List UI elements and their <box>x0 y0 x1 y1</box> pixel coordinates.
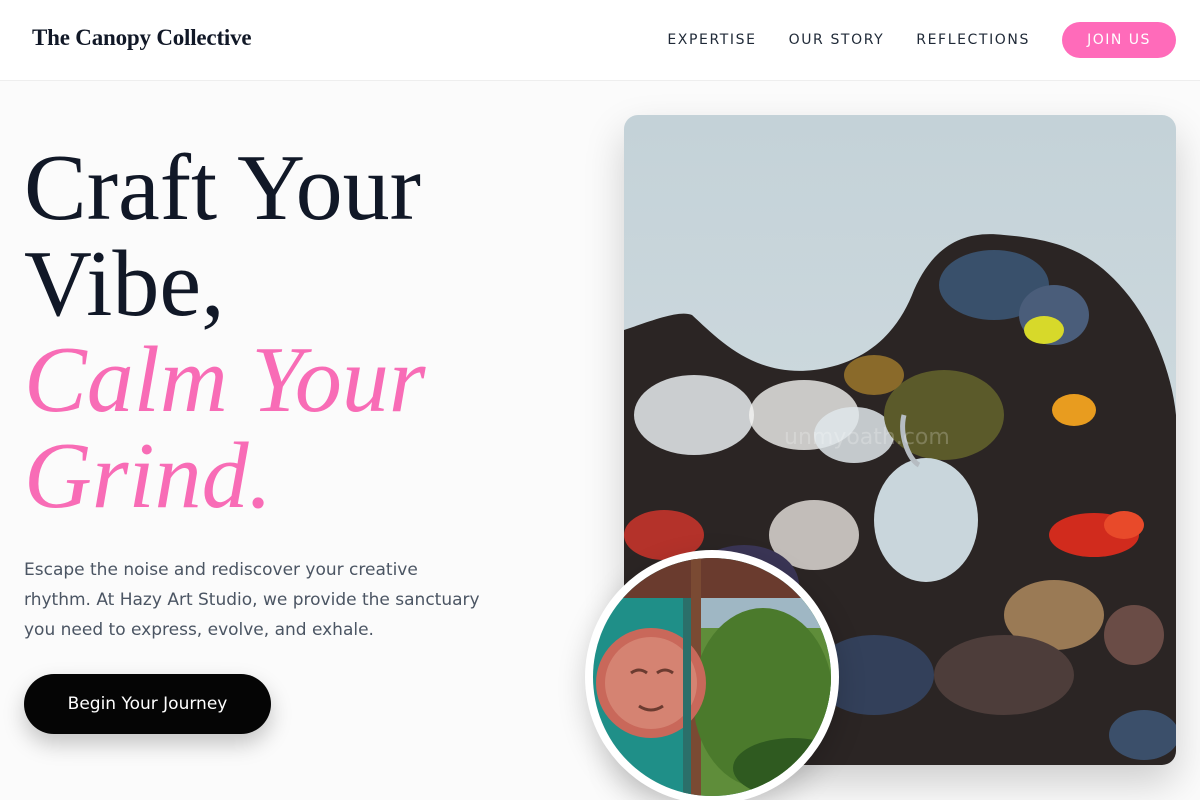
hero-title-line-2: Vibe, <box>24 232 225 336</box>
hero-title: Craft Your Vibe, Calm Your Grind. <box>24 140 425 524</box>
hero-title-line-1: Craft Your <box>24 136 421 240</box>
round-image-frame <box>585 550 839 800</box>
painted-mask-image <box>593 558 831 796</box>
brand-logo[interactable]: The Canopy Collective <box>32 25 252 51</box>
image-watermark: unmyoath.com <box>784 425 950 450</box>
hero-accent-line-2: Grind. <box>24 424 273 528</box>
nav-link-expertise[interactable]: EXPERTISE <box>667 22 756 58</box>
hero-accent-line-1: Calm Your <box>24 328 426 432</box>
site-header: The Canopy Collective EXPERTISE OUR STOR… <box>0 0 1200 81</box>
begin-journey-button[interactable]: Begin Your Journey <box>24 674 271 734</box>
nav-link-our-story[interactable]: OUR STORY <box>789 22 885 58</box>
join-us-button[interactable]: JOIN US <box>1062 22 1176 58</box>
mask-illustration <box>593 558 831 796</box>
nav-link-reflections[interactable]: REFLECTIONS <box>916 22 1030 58</box>
main-nav: EXPERTISE OUR STORY REFLECTIONS JOIN US <box>667 22 1176 58</box>
hero-subtitle: Escape the noise and rediscover your cre… <box>24 560 480 640</box>
